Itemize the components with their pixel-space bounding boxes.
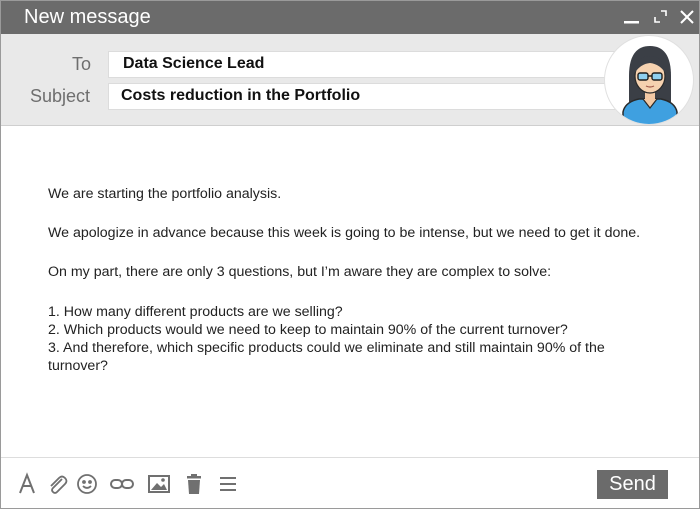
to-field[interactable]: Data Science Lead [108, 51, 628, 78]
close-icon[interactable] [677, 7, 697, 27]
message-paragraph: We are starting the portfolio analysis. [48, 186, 282, 202]
question-item: 3. And therefore, which specific product… [48, 340, 605, 375]
to-label: To [72, 54, 92, 74]
message-paragraph: On my part, there are only 3 questions, … [48, 264, 552, 281]
question-item: 2. Which products would we need to keep … [48, 321, 568, 338]
subject-label: Subject [30, 86, 91, 106]
emoji-icon[interactable] [74, 471, 100, 497]
link-icon[interactable] [109, 471, 135, 497]
expand-icon[interactable] [651, 7, 671, 27]
send-button[interactable]: Send [597, 470, 668, 499]
avatar [604, 35, 694, 125]
compose-window: New message To Data Science Lead Subject… [0, 0, 700, 509]
window-title: New message [24, 6, 151, 28]
minimize-icon[interactable] [622, 7, 642, 27]
more-options-icon[interactable] [215, 471, 241, 497]
trash-icon[interactable] [181, 471, 207, 497]
title-bar[interactable]: New message [1, 1, 699, 34]
message-paragraph: We apologize in advance because this wee… [48, 225, 641, 242]
subject-field[interactable]: Costs reduction in the Portfolio [108, 83, 628, 110]
toolbar-divider [1, 457, 699, 458]
question-item: 1. How many different products are we se… [48, 303, 343, 320]
image-icon[interactable] [146, 471, 172, 497]
message-body[interactable]: We are starting the portfolio analysis. … [48, 185, 668, 375]
format-text-icon[interactable] [14, 471, 40, 497]
attach-icon[interactable] [44, 471, 70, 497]
header-fields: To Data Science Lead Subject Costs reduc… [1, 34, 699, 126]
